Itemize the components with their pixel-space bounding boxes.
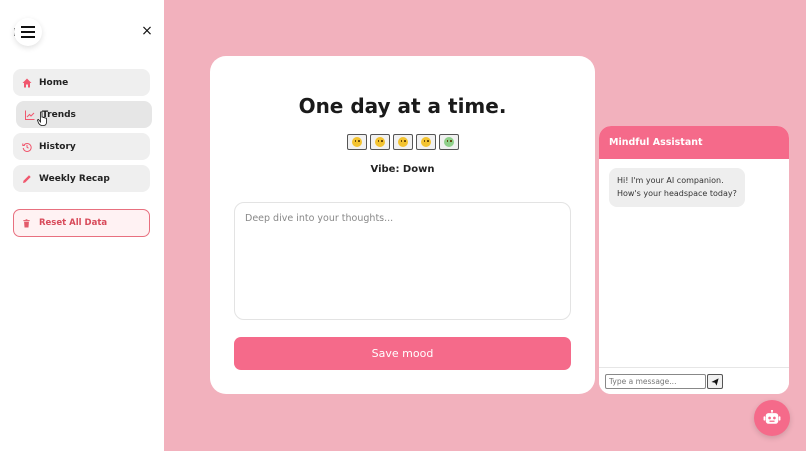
neutral-face-icon	[398, 137, 408, 147]
mood-button-grinning[interactable]	[347, 134, 367, 150]
mood-button-sad[interactable]	[416, 134, 436, 150]
chat-header: Mindful Assistant	[599, 126, 789, 159]
mood-button-neutral[interactable]	[393, 134, 413, 150]
sidebar: × Home Trends History Weekly Recap Reset…	[0, 0, 164, 451]
thoughts-textarea[interactable]	[234, 202, 571, 320]
hamburger-menu-button[interactable]	[14, 18, 42, 46]
robot-icon	[763, 410, 781, 424]
reset-all-data-button[interactable]: Reset All Data	[13, 209, 150, 237]
sidebar-item-weekly-recap[interactable]: Weekly Recap	[13, 165, 150, 192]
chat-footer	[599, 367, 789, 394]
send-icon	[711, 377, 719, 386]
hamburger-icon	[21, 26, 35, 38]
grinning-face-icon	[352, 137, 362, 147]
mood-card: One day at a time. Vibe: Down Save mood	[210, 56, 595, 394]
page-title: One day at a time.	[298, 94, 507, 118]
sidebar-item-label: Home	[39, 77, 69, 88]
smiling-face-icon	[375, 137, 385, 147]
sidebar-item-home[interactable]: Home	[13, 69, 150, 96]
history-icon	[21, 141, 33, 153]
sidebar-item-history[interactable]: History	[13, 133, 150, 160]
sad-face-icon	[421, 137, 431, 147]
close-sidebar-button[interactable]: ×	[140, 24, 154, 38]
trend-chart-icon	[24, 109, 36, 121]
pencil-icon	[21, 173, 33, 185]
save-mood-button[interactable]: Save mood	[234, 337, 571, 370]
reset-all-data-label: Reset All Data	[39, 218, 108, 228]
mood-button-crying[interactable]	[439, 134, 459, 150]
home-icon	[21, 77, 33, 89]
chatbot-toggle-button[interactable]	[754, 400, 790, 436]
hand-cursor-icon	[37, 111, 47, 126]
vibe-status: Vibe: Down	[370, 164, 435, 175]
send-message-button[interactable]	[707, 374, 723, 389]
chat-panel: Mindful Assistant Hi! I'm your AI compan…	[599, 126, 789, 394]
assistant-message: Hi! I'm your AI companion. How's your he…	[609, 168, 745, 207]
trash-icon	[22, 217, 34, 229]
sidebar-item-label: Weekly Recap	[39, 173, 110, 184]
crying-face-icon	[444, 137, 454, 147]
sidebar-item-label: History	[39, 141, 76, 152]
chat-message-input[interactable]	[605, 374, 706, 389]
mood-button-smiling[interactable]	[370, 134, 390, 150]
mood-selector	[347, 134, 459, 150]
